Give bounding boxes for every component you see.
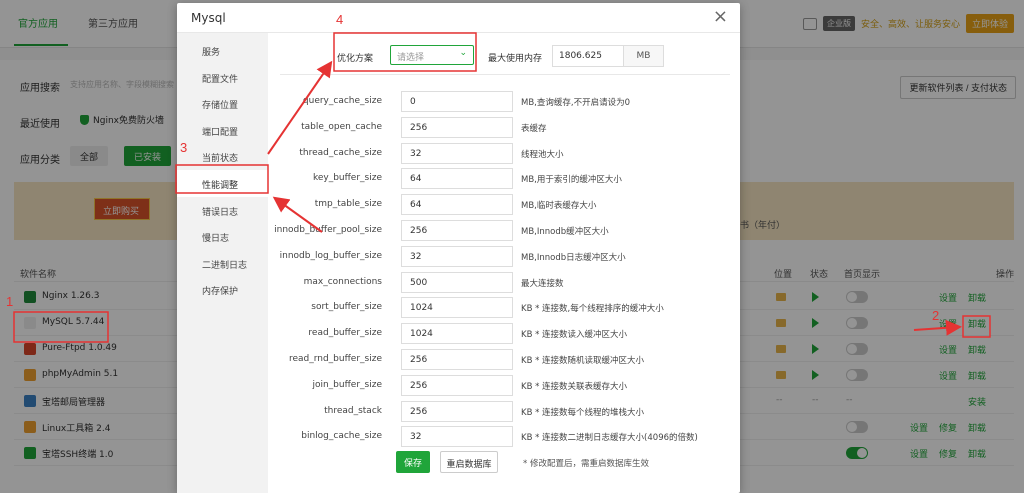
param-description: 表缓存 <box>521 123 547 134</box>
sidebar-item[interactable]: 内存保护 <box>177 276 268 303</box>
param-label: tmp_table_size <box>314 199 382 210</box>
param-row: table_open_cache 256 表缓存 <box>268 116 740 139</box>
section-divider <box>280 74 730 75</box>
sidebar-item[interactable]: 配置文件 <box>177 64 268 91</box>
dialog-sidebar: 服务 配置文件 存储位置 端口配置 当前状态 性能调整 错误日志 慢日志 二进制日志 内存保护 <box>177 33 268 493</box>
param-label: join_buffer_size <box>312 379 382 390</box>
sidebar-item[interactable]: 错误日志 <box>177 197 268 224</box>
param-row: tmp_table_size 64 MB,临时表缓存大小 <box>268 194 740 216</box>
param-description: KB * 连接数二进制日志缓存大小(4096的倍数) <box>521 433 698 444</box>
annotation-number-2: 2 <box>932 308 940 323</box>
max-memory-input[interactable]: 1806.625 <box>552 45 624 67</box>
param-input[interactable]: 256 <box>401 220 513 241</box>
sidebar-item[interactable]: 服务 <box>177 37 268 64</box>
param-input[interactable]: 1024 <box>401 323 513 345</box>
param-input[interactable]: 500 <box>401 271 513 293</box>
param-input[interactable]: 1024 <box>401 297 513 319</box>
chevron-down-icon: ⌄ <box>459 48 467 58</box>
save-button[interactable]: 保存 <box>396 451 430 473</box>
param-row: sort_buffer_size 1024 KB * 连接数,每个线程排序的缓冲大小 <box>268 297 740 319</box>
param-input[interactable]: 0 <box>401 91 513 112</box>
param-label: table_open_cache <box>301 121 382 132</box>
close-icon[interactable]: × <box>713 7 728 27</box>
restart-database-button[interactable]: 重启数据库 <box>440 451 498 473</box>
param-description: MB,临时表缓存大小 <box>521 201 597 212</box>
param-label: innodb_buffer_pool_size <box>274 225 382 235</box>
param-row: read_buffer_size 1024 KB * 连接数读入缓冲区大小 <box>268 323 740 345</box>
sidebar-item[interactable]: 存储位置 <box>177 90 268 117</box>
param-row: innodb_log_buffer_size 32 MB,Innodb日志缓冲区大小 <box>268 245 740 268</box>
param-input[interactable]: 256 <box>401 400 513 422</box>
param-input[interactable]: 256 <box>401 374 513 396</box>
param-label: thread_stack <box>324 405 382 416</box>
param-description: 最大连接数 <box>521 278 564 289</box>
sidebar-item[interactable]: 二进制日志 <box>177 250 268 277</box>
param-label: key_buffer_size <box>312 173 382 184</box>
annotation-number-4: 4 <box>336 12 344 27</box>
param-input[interactable]: 32 <box>401 426 513 448</box>
optimize-plan-select[interactable]: 请选择 ⌄ <box>390 45 474 65</box>
param-description: KB * 连接数,每个线程排序的缓冲大小 <box>521 304 664 315</box>
param-input[interactable]: 256 <box>401 116 513 138</box>
param-label: query_cache_size <box>302 96 382 106</box>
max-memory-label: 最大使用内存 <box>488 54 543 64</box>
param-row: query_cache_size 0 MB,查询缓存,不开启请设为0 <box>268 91 740 113</box>
param-row: thread_stack 256 KB * 连接数每个线程的堆栈大小 <box>268 400 740 423</box>
param-label: max_connections <box>303 276 382 287</box>
param-description: KB * 连接数读入缓冲区大小 <box>521 330 628 341</box>
param-input[interactable]: 32 <box>401 142 513 164</box>
param-description: KB * 连接数随机读取缓冲区大小 <box>521 356 645 366</box>
param-row: read_rnd_buffer_size 256 KB * 连接数随机读取缓冲区大小 <box>268 349 740 371</box>
param-row: innodb_buffer_pool_size 256 MB,Innodb缓冲区大小 <box>268 220 740 242</box>
param-row: key_buffer_size 64 MB,用于索引的缓冲区大小 <box>268 168 740 190</box>
sidebar-item[interactable]: 性能调整 <box>177 170 268 197</box>
param-label: read_rnd_buffer_size <box>288 354 382 364</box>
param-label: innodb_log_buffer_size <box>279 250 382 261</box>
param-row: join_buffer_size 256 KB * 连接数关联表缓存大小 <box>268 374 740 397</box>
param-row: binlog_cache_size 32 KB * 连接数二进制日志缓存大小(409… <box>268 426 740 448</box>
annotation-number-3: 3 <box>180 140 188 155</box>
param-label: binlog_cache_size <box>301 431 382 442</box>
max-memory-unit: MB <box>623 45 664 67</box>
param-description: 线程池大小 <box>521 149 564 160</box>
param-description: MB,Innodb日志缓冲区大小 <box>521 252 626 263</box>
sidebar-item[interactable]: 慢日志 <box>177 223 268 250</box>
param-input[interactable]: 64 <box>401 194 513 216</box>
restart-note: * 修改配置后，需重启数据库生效 <box>523 459 649 469</box>
param-description: MB,用于索引的缓冲区大小 <box>521 175 622 186</box>
performance-tuning-panel: 优化方案 请选择 ⌄ 最大使用内存 1806.625 MB query_cach… <box>268 33 740 493</box>
param-description: MB,Innodb缓冲区大小 <box>521 227 609 237</box>
param-description: KB * 连接数关联表缓存大小 <box>521 381 628 392</box>
dialog-title: Mysql <box>191 11 226 25</box>
param-input[interactable]: 256 <box>401 349 513 370</box>
param-input[interactable]: 64 <box>401 168 513 190</box>
mysql-settings-dialog: Mysql × 服务 配置文件 存储位置 端口配置 当前状态 性能调整 错误日志 慢日志 二进制… <box>177 3 740 493</box>
annotation-number-1: 1 <box>6 294 14 309</box>
param-label: read_buffer_size <box>308 328 382 339</box>
param-row: max_connections 500 最大连接数 <box>268 271 740 294</box>
param-description: KB * 连接数每个线程的堆栈大小 <box>521 407 645 418</box>
param-input[interactable]: 32 <box>401 245 513 267</box>
param-label: sort_buffer_size <box>311 302 382 313</box>
param-description: MB,查询缓存,不开启请设为0 <box>521 98 630 108</box>
optimize-plan-label: 优化方案 <box>337 54 374 64</box>
sidebar-item[interactable]: 端口配置 <box>177 117 268 144</box>
sidebar-item[interactable]: 当前状态 <box>177 143 268 170</box>
param-label: thread_cache_size <box>299 147 382 158</box>
optimize-plan-placeholder: 请选择 <box>397 53 425 63</box>
param-row: thread_cache_size 32 线程池大小 <box>268 142 740 165</box>
